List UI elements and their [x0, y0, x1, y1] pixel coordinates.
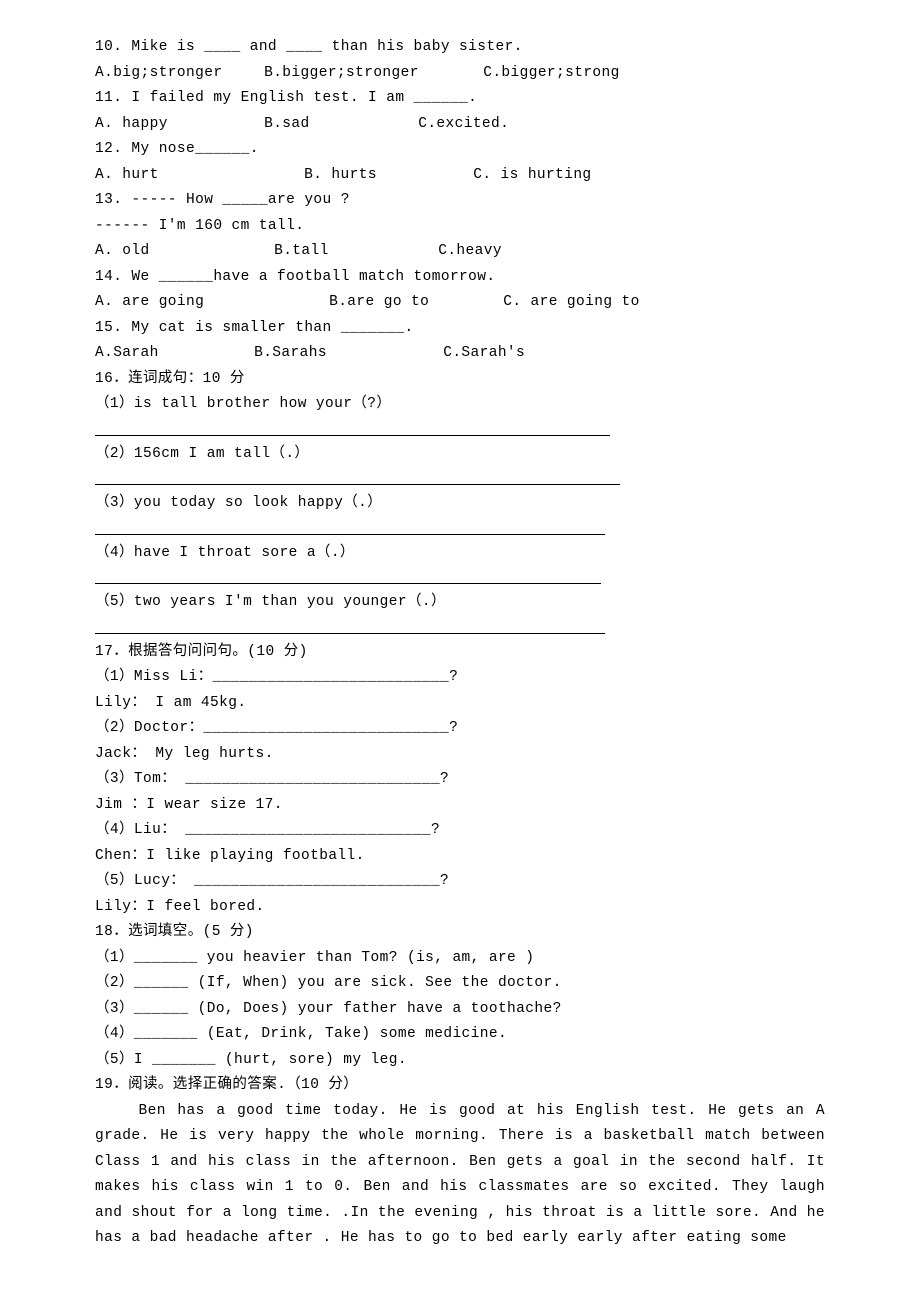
- q14-options: A. are going B.are go to C. are going to: [95, 290, 825, 316]
- q16-4: （4）have I throat sore a（.）: [95, 541, 825, 567]
- document-page: 10. Mike is ____ and ____ than his baby …: [0, 0, 920, 1302]
- q14-opt-c: C. are going to: [503, 294, 640, 310]
- q18-3: （3）______ (Do, Does) your father have a …: [95, 997, 825, 1023]
- q10-opt-b: B.bigger;stronger: [264, 61, 474, 87]
- q15-opt-c: C.Sarah's: [443, 345, 525, 361]
- q17-head: 17．根据答句问问句。(10 分): [95, 640, 825, 666]
- blank-line: [95, 520, 605, 535]
- q18-5: （5）I _______ (hurt, sore) my leg.: [95, 1048, 825, 1074]
- q15-opt-a: A.Sarah: [95, 341, 245, 367]
- q11-options: A. happy B.sad C.excited.: [95, 112, 825, 138]
- q14-opt-b: B.are go to: [329, 290, 494, 316]
- q12-options: A. hurt B. hurts C. is hurting: [95, 163, 825, 189]
- blank-line: [95, 569, 601, 584]
- blank-line: [95, 619, 605, 634]
- q10-opt-c: C.bigger;strong: [483, 65, 620, 81]
- q16-3: （3）you today so look happy（.）: [95, 491, 825, 517]
- q17-1b: Lily： I am 45kg.: [95, 691, 825, 717]
- q18-head: 18．选词填空。(5 分): [95, 920, 825, 946]
- q16-1: （1）is tall brother how your（?）: [95, 392, 825, 418]
- q10-opt-a: A.big;stronger: [95, 61, 255, 87]
- q17-4a: （4）Liu： ___________________________?: [95, 818, 825, 844]
- blank-line: [95, 421, 610, 436]
- q10-options: A.big;stronger B.bigger;stronger C.bigge…: [95, 61, 825, 87]
- q13-opt-b: B.tall: [274, 239, 429, 265]
- q14-opt-a: A. are going: [95, 290, 320, 316]
- q12-opt-b: B. hurts: [304, 163, 464, 189]
- q13-stem: 13. ----- How _____are you ?: [95, 188, 825, 214]
- q18-1: （1）_______ you heavier than Tom? (is, am…: [95, 946, 825, 972]
- q17-2a: （2）Doctor：___________________________?: [95, 716, 825, 742]
- q15-stem: 15. My cat is smaller than _______.: [95, 316, 825, 342]
- q19-paragraph: Ben has a good time today. He is good at…: [95, 1099, 825, 1252]
- q14-stem: 14. We ______have a football match tomor…: [95, 265, 825, 291]
- q12-opt-c: C. is hurting: [473, 167, 591, 183]
- q17-1a: （1）Miss Li：__________________________?: [95, 665, 825, 691]
- q16-head: 16．连词成句：10 分: [95, 367, 825, 393]
- q11-opt-c: C.excited.: [418, 116, 509, 132]
- q16-2: （2）156cm I am tall（.）: [95, 442, 825, 468]
- q11-opt-a: A. happy: [95, 112, 255, 138]
- q15-options: A.Sarah B.Sarahs C.Sarah's: [95, 341, 825, 367]
- q13-opt-a: A. old: [95, 239, 265, 265]
- q17-3a: （3）Tom： ____________________________?: [95, 767, 825, 793]
- blank-line: [95, 470, 620, 485]
- q13-opt-c: C.heavy: [438, 243, 502, 259]
- q12-opt-a: A. hurt: [95, 163, 295, 189]
- q11-stem: 11. I failed my English test. I am _____…: [95, 86, 825, 112]
- q19-head: 19．阅读。选择正确的答案.（10 分）: [95, 1073, 825, 1099]
- q18-2: （2）______ (If, When) you are sick. See t…: [95, 971, 825, 997]
- q16-5: （5）two years I'm than you younger（.）: [95, 590, 825, 616]
- q17-2b: Jack： My leg hurts.: [95, 742, 825, 768]
- q17-3b: Jim ：I wear size 17.: [95, 793, 825, 819]
- q11-opt-b: B.sad: [264, 112, 409, 138]
- q12-stem: 12. My nose______.: [95, 137, 825, 163]
- q13-stem2: ------ I'm 160 cm tall.: [95, 214, 825, 240]
- q13-options: A. old B.tall C.heavy: [95, 239, 825, 265]
- q10-stem: 10. Mike is ____ and ____ than his baby …: [95, 35, 825, 61]
- q17-4b: Chen：I like playing football.: [95, 844, 825, 870]
- q15-opt-b: B.Sarahs: [254, 341, 434, 367]
- q18-4: （4）_______ (Eat, Drink, Take) some medic…: [95, 1022, 825, 1048]
- q17-5b: Lily：I feel bored.: [95, 895, 825, 921]
- q17-5a: （5）Lucy： ___________________________?: [95, 869, 825, 895]
